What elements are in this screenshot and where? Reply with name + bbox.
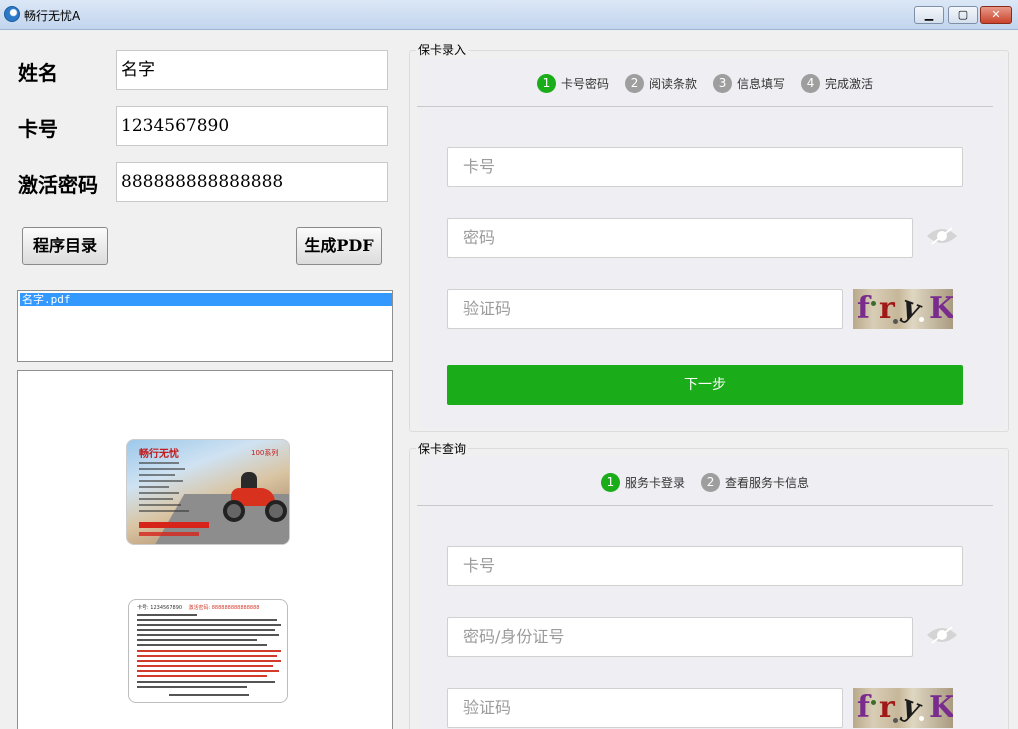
card-front-series: 100系列 <box>251 449 279 457</box>
entry-card-number-input[interactable]: 卡号 <box>447 147 963 187</box>
step-view-service-card-info: 2 查看服务卡信息 <box>701 472 809 492</box>
entry-captcha-image[interactable]: f r y K <box>853 289 953 329</box>
activation-password-input[interactable]: 888888888888888 <box>116 162 388 202</box>
generate-pdf-button[interactable]: 生成PDF <box>296 227 382 265</box>
query-captcha-input[interactable]: 验证码 <box>447 688 843 728</box>
divider <box>417 505 993 506</box>
card-query-steps: 1 服务卡登录 2 查看服务卡信息 <box>601 472 825 492</box>
card-entry-steps: 1 卡号密码 2 阅读条款 3 信息填写 4 完成激活 <box>537 73 889 93</box>
name-label: 姓名 <box>18 61 58 85</box>
query-card-number-input[interactable]: 卡号 <box>447 546 963 586</box>
card-number-label: 卡号 <box>18 117 58 141</box>
file-list-item[interactable]: 名字.pdf <box>20 293 392 306</box>
card-back-image: 卡号: 1234567890 激活密码: 888888888888888 <box>128 599 288 703</box>
minimize-button[interactable]: ▁ <box>914 6 944 24</box>
step-complete-activation: 4 完成激活 <box>801 73 873 93</box>
query-captcha-image[interactable]: f r y K <box>853 688 953 728</box>
app-logo-icon <box>4 6 20 22</box>
entry-password-input[interactable]: 密码 <box>447 218 913 258</box>
program-directory-button[interactable]: 程序目录 <box>22 227 108 265</box>
close-button[interactable]: ✕ <box>980 6 1012 24</box>
card-back-card-number: 卡号: 1234567890 <box>137 605 183 611</box>
next-step-button[interactable]: 下一步 <box>447 365 963 405</box>
query-password-id-input[interactable]: 密码/身份证号 <box>447 617 913 657</box>
activation-password-label: 激活密码 <box>18 173 98 197</box>
card-back-password: 激活密码: 888888888888888 <box>188 605 260 611</box>
card-query-group-title: 保卡查询 <box>416 440 469 457</box>
step-fill-info: 3 信息填写 <box>713 73 785 93</box>
eye-icon[interactable] <box>926 625 958 645</box>
step-card-password: 1 卡号密码 <box>537 73 609 93</box>
pdf-file-list[interactable]: 名字.pdf <box>17 290 393 362</box>
window-title: 畅行无忧A <box>24 9 81 23</box>
close-icon: ✕ <box>991 8 1001 21</box>
name-input[interactable]: 名字 <box>116 50 388 90</box>
step-service-card-login: 1 服务卡登录 <box>601 472 685 492</box>
eye-icon[interactable] <box>926 226 958 246</box>
step-read-terms: 2 阅读条款 <box>625 73 697 93</box>
card-entry-group-title: 保卡录入 <box>416 41 469 58</box>
card-preview-panel: 畅行无忧 100系列 卡号: 1234567890 激活密码: 88888888… <box>17 370 393 729</box>
divider <box>417 106 993 107</box>
maximize-button[interactable]: ▢ <box>948 6 978 24</box>
card-front-brand: 畅行无忧 <box>139 449 179 460</box>
card-front-image: 畅行无忧 100系列 <box>126 439 290 545</box>
window-titlebar[interactable]: 畅行无忧A ▁ ▢ ✕ <box>0 0 1018 30</box>
minimize-icon: ▁ <box>924 8 934 21</box>
card-number-input[interactable]: 1234567890 <box>116 106 388 146</box>
maximize-icon: ▢ <box>957 8 969 21</box>
entry-captcha-input[interactable]: 验证码 <box>447 289 843 329</box>
